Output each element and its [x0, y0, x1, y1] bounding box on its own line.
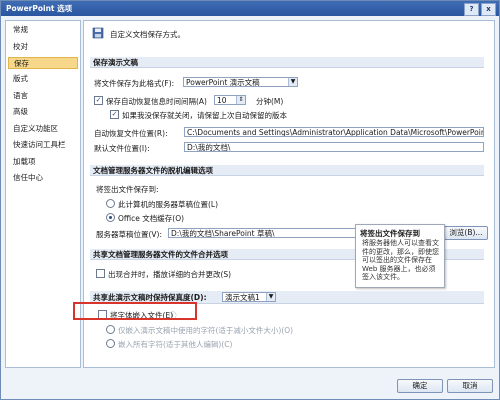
- title-bar: PowerPoint 选项 ? x: [1, 1, 499, 16]
- spinner-icon[interactable]: ⇕: [236, 96, 245, 104]
- autorecover-label: 保存自动恢复信息时间间隔(A): [106, 97, 207, 106]
- keep-last-version-label: 如果我没保存就关闭，请保留上次自动保留的版本: [122, 111, 287, 120]
- autorecover-checkbox[interactable]: [94, 96, 103, 105]
- chevron-down-icon: ▼: [266, 293, 275, 301]
- radio-embed-used-chars[interactable]: [106, 325, 115, 334]
- sidebar-item-layout[interactable]: 版式: [8, 73, 78, 85]
- cancel-button[interactable]: 取消: [447, 379, 493, 393]
- merge-label: 出现合并时，播放详细的合并更改(S): [108, 270, 232, 279]
- sidebar-item-advanced[interactable]: 高级: [8, 106, 78, 118]
- keep-last-version-checkbox[interactable]: [110, 110, 119, 119]
- header-text: 自定义文档保存方式。: [110, 30, 185, 39]
- default-location-label: 默认文件位置(I):: [94, 144, 150, 153]
- sidebar-item-proofing[interactable]: 校对: [8, 41, 78, 53]
- radio-embed-all-chars[interactable]: [106, 339, 115, 348]
- autorecover-location-input[interactable]: C:\Documents and Settings\Administrator\…: [184, 127, 484, 137]
- tooltip: 将签出文件保存到 将服务器他人可以查看文件的更改，那么，即使您可以签出的文件保存…: [355, 224, 445, 288]
- sidebar-item-customize-ribbon[interactable]: 自定义功能区: [8, 123, 78, 135]
- radio-embed-used-chars-label: 仅嵌入演示文稿中使用的字符(适于减小文件大小)(O): [118, 326, 294, 335]
- options-dialog: PowerPoint 选项 ? x 常规 校对 保存 版式 语言 高级 自定义功…: [0, 0, 500, 400]
- sidebar-item-quick-access-toolbar[interactable]: 快速访问工具栏: [8, 139, 78, 151]
- radio-office-cache-label: Office 文档缓存(O): [118, 214, 185, 223]
- minutes-unit-label: 分钟(M): [256, 97, 284, 106]
- sidebar: 常规 校对 保存 版式 语言 高级 自定义功能区 快速访问工具栏 加载项 信任中…: [5, 20, 81, 368]
- autorecover-location-value: C:\Documents and Settings\Administrator\…: [187, 128, 484, 137]
- window-title: PowerPoint 选项: [6, 4, 73, 13]
- sidebar-item-language[interactable]: 语言: [8, 90, 78, 102]
- chevron-down-icon: ▼: [288, 78, 297, 86]
- section-save-presentations: 保存演示文稿: [90, 57, 484, 68]
- format-label: 将文件保存为此格式(F):: [94, 79, 175, 88]
- radio-embed-all-chars-label: 嵌入所有字符(适于其他人编辑)(C): [118, 340, 233, 349]
- sidebar-item-add-ins[interactable]: 加载项: [8, 156, 78, 168]
- autorecover-minutes-value: 10: [217, 96, 227, 105]
- browse-button[interactable]: 浏览(B)...: [444, 226, 488, 240]
- sidebar-item-save[interactable]: 保存: [8, 57, 78, 69]
- presentation-select-value: 演示文稿1: [225, 293, 260, 302]
- default-location-value: D:\我的文档\: [187, 143, 231, 152]
- close-button[interactable]: x: [481, 3, 496, 16]
- drafts-location-value: D:\我的文档\SharePoint 草稿\: [171, 229, 275, 238]
- radio-server-drafts-label: 此计算机的服务器草稿位置(L): [118, 200, 219, 209]
- autorecover-location-label: 自动恢复文件位置(R):: [94, 129, 168, 138]
- save-checked-out-label: 将签出文件保存到:: [96, 185, 159, 194]
- save-disk-icon: [92, 27, 104, 39]
- presentation-select[interactable]: 演示文稿1 ▼: [222, 292, 276, 302]
- format-select-value: PowerPoint 演示文稿: [186, 78, 260, 87]
- ok-button[interactable]: 确定: [397, 379, 443, 393]
- drafts-location-label: 服务器草稿位置(V):: [96, 230, 163, 239]
- radio-server-drafts[interactable]: [106, 199, 115, 208]
- merge-checkbox[interactable]: [96, 269, 105, 278]
- section-offline-editing: 文档管理服务器文件的脱机编辑选项: [90, 165, 484, 176]
- highlight-box: [73, 302, 197, 320]
- tooltip-title: 将签出文件保存到: [360, 229, 420, 238]
- sidebar-item-general[interactable]: 常规: [8, 24, 78, 36]
- radio-office-cache[interactable]: [106, 213, 115, 222]
- sidebar-item-trust-center[interactable]: 信任中心: [8, 172, 78, 184]
- format-select[interactable]: PowerPoint 演示文稿 ▼: [183, 77, 298, 87]
- fidelity-label: 共享此演示文稿时保持保真度(D):: [93, 293, 207, 302]
- autorecover-minutes-input[interactable]: 10 ⇕: [214, 95, 246, 105]
- default-location-input[interactable]: D:\我的文档\: [184, 142, 484, 152]
- help-button[interactable]: ?: [464, 3, 479, 16]
- tooltip-body: 将服务器他人可以查看文件的更改，那么，即使您可以签出的文件保存在 Web 服务器…: [362, 239, 439, 281]
